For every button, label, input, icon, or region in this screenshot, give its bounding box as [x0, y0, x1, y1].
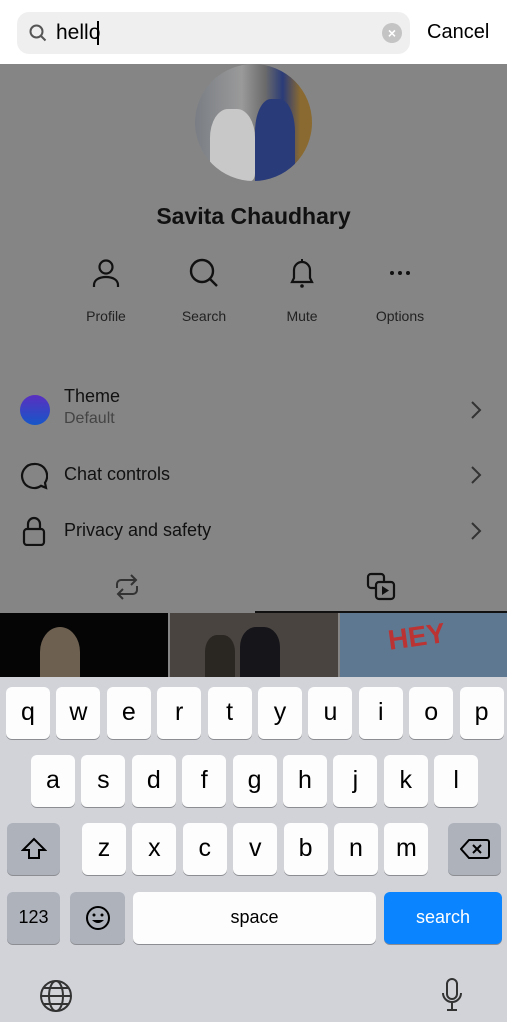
emoji-icon [85, 906, 110, 930]
key-f[interactable]: f [182, 755, 227, 807]
media-thumbnail[interactable] [170, 613, 338, 677]
key-u[interactable]: u [308, 687, 353, 739]
search-icon [189, 258, 218, 287]
chat-bubble-icon [21, 462, 48, 490]
key-l[interactable]: l [434, 755, 479, 807]
theme-circle-icon [20, 395, 50, 425]
media-thumbnail[interactable] [0, 613, 168, 677]
person-icon [92, 259, 120, 287]
numbers-key[interactable]: 123 [7, 892, 60, 944]
key-a[interactable]: a [31, 755, 75, 807]
search-key[interactable]: search [384, 892, 502, 944]
key-p[interactable]: p [459, 687, 504, 739]
key-g[interactable]: g [232, 755, 277, 807]
key-s[interactable]: s [81, 755, 126, 807]
profile-name: Savita Chaudhary [156, 203, 351, 229]
shift-key[interactable] [7, 823, 60, 875]
lock-icon [22, 516, 46, 546]
clear-icon[interactable]: × [382, 23, 402, 43]
chevron-right-icon [471, 401, 482, 419]
search-conversation-button[interactable]: Search [159, 258, 249, 324]
text-caret [97, 21, 100, 46]
key-j[interactable]: j [333, 755, 378, 807]
options-button[interactable]: Options [355, 258, 445, 324]
space-key[interactable]: space [133, 892, 376, 944]
bell-icon [290, 259, 314, 288]
key-v[interactable]: v [233, 823, 278, 875]
more-icon [390, 271, 410, 275]
key-x[interactable]: x [132, 823, 177, 875]
chevron-right-icon [471, 522, 482, 540]
search-header: hello × Cancel [0, 0, 507, 64]
settings-item-chat-controls[interactable]: Chat controls [0, 450, 507, 500]
settings-item-theme[interactable]: Theme Default [0, 385, 507, 435]
key-b[interactable]: b [283, 823, 328, 875]
key-d[interactable]: d [131, 755, 176, 807]
key-m[interactable]: m [384, 823, 429, 875]
chevron-right-icon [471, 466, 482, 484]
key-i[interactable]: i [358, 687, 403, 739]
key-c[interactable]: c [182, 823, 227, 875]
key-r[interactable]: r [157, 687, 202, 739]
key-n[interactable]: n [334, 823, 378, 875]
media-icon[interactable] [366, 572, 396, 602]
cancel-button[interactable]: Cancel [427, 21, 489, 44]
key-h[interactable]: h [283, 755, 327, 807]
key-t[interactable]: t [207, 687, 252, 739]
avatar[interactable] [195, 64, 312, 181]
settings-item-privacy[interactable]: Privacy and safety [0, 506, 507, 556]
search-input[interactable]: hello × [17, 12, 410, 54]
emoji-key[interactable] [70, 892, 125, 944]
key-q[interactable]: q [6, 687, 50, 739]
key-w[interactable]: w [56, 687, 101, 739]
key-y[interactable]: y [258, 687, 302, 739]
shift-icon [20, 837, 47, 859]
search-value: hello [56, 21, 101, 44]
backspace-icon [459, 839, 490, 859]
microphone-icon[interactable] [440, 977, 464, 1013]
key-o[interactable]: o [409, 687, 454, 739]
key-e[interactable]: e [106, 687, 151, 739]
search-icon [29, 24, 47, 42]
key-z[interactable]: z [82, 823, 126, 875]
key-k[interactable]: k [383, 755, 428, 807]
repeat-icon[interactable] [114, 572, 140, 602]
profile-button[interactable]: Profile [61, 258, 151, 324]
globe-icon[interactable] [39, 979, 73, 1013]
mute-button[interactable]: Mute [257, 258, 347, 324]
keyboard: 123 space search qwertyuiop asdfghjkl zxcv… [0, 677, 507, 1022]
delete-key[interactable] [448, 823, 501, 875]
media-thumbnail[interactable]: HEY [340, 613, 507, 677]
